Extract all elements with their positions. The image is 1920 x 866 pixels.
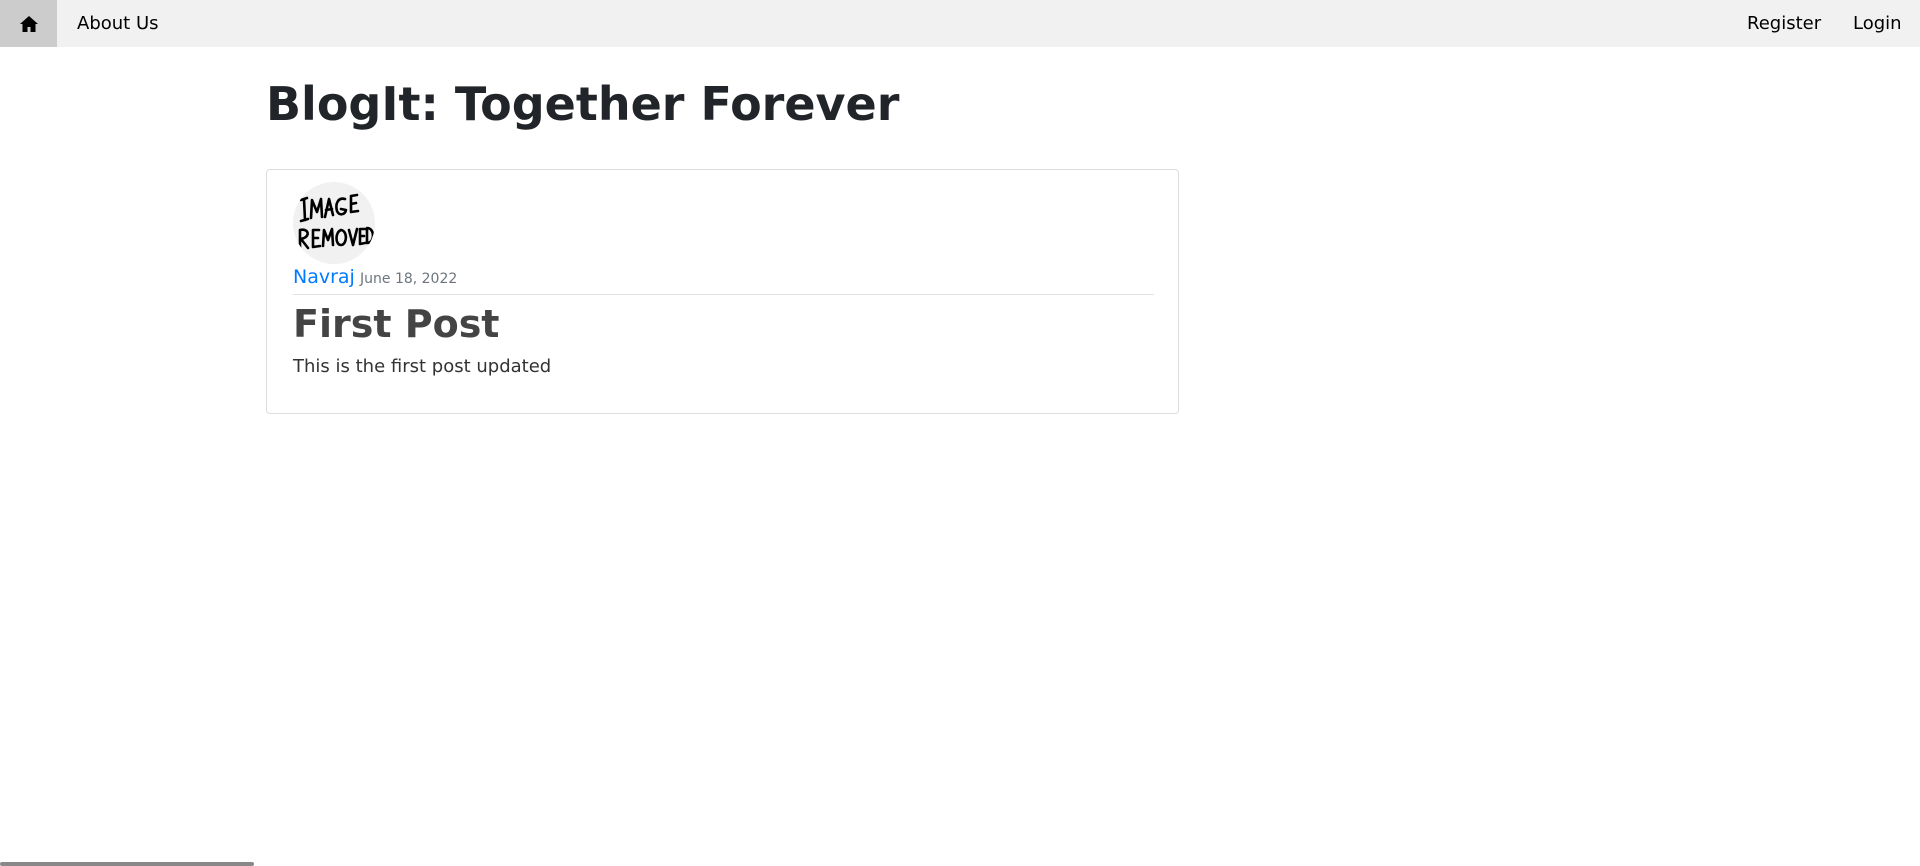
post-title[interactable]: First Post — [293, 300, 499, 348]
nav-register[interactable]: Register — [1747, 0, 1821, 47]
home-button[interactable] — [0, 0, 57, 47]
home-icon — [19, 15, 38, 32]
post-card: Navraj June 18, 2022 First Post This is … — [266, 169, 1179, 414]
post-author-link[interactable]: Navraj — [293, 266, 355, 288]
image-removed-placeholder — [298, 193, 375, 250]
top-navbar: About Us Register Login — [0, 0, 1920, 47]
nav-about-us[interactable]: About Us — [77, 0, 159, 47]
scrollbar-thumb[interactable] — [0, 862, 254, 866]
post-date: June 18, 2022 — [360, 271, 458, 287]
avatar — [293, 182, 375, 264]
post-divider — [293, 294, 1154, 295]
nav-login[interactable]: Login — [1853, 0, 1902, 47]
horizontal-scrollbar[interactable] — [0, 860, 1920, 866]
page-title: BlogIt: Together Forever — [266, 77, 900, 131]
post-body: This is the first post updated — [293, 356, 552, 377]
